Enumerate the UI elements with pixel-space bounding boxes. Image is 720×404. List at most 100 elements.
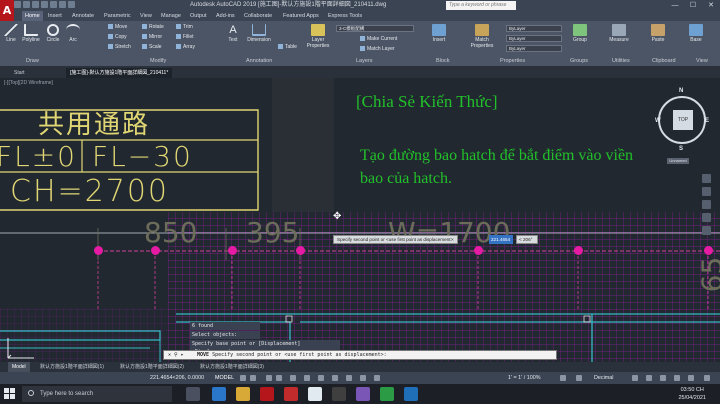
maximize-button[interactable]: ☐ bbox=[684, 0, 702, 11]
dimension-w1700[interactable]: W=1700 bbox=[388, 216, 510, 249]
dimension-65[interactable]: 65 bbox=[695, 257, 720, 293]
app-icon[interactable] bbox=[356, 387, 370, 401]
tab-annotate[interactable]: Annotate bbox=[72, 11, 94, 21]
paste-tool[interactable]: Paste bbox=[648, 24, 668, 43]
open-icon[interactable] bbox=[23, 1, 30, 8]
panel-label-utilities[interactable]: Utilities bbox=[612, 58, 630, 64]
close-button[interactable]: ✕ bbox=[702, 0, 720, 11]
panel-label-annotation[interactable]: Annotation bbox=[246, 58, 272, 64]
layer-dropdown[interactable]: 3-C模板配構 bbox=[336, 25, 414, 32]
snap-icon[interactable] bbox=[250, 375, 256, 381]
new-icon[interactable] bbox=[14, 1, 21, 8]
stretch-tool[interactable]: Stretch bbox=[108, 43, 131, 51]
selection-cycling-icon[interactable] bbox=[346, 375, 352, 381]
pan-icon[interactable] bbox=[701, 187, 711, 196]
steering-wheel-icon[interactable] bbox=[701, 174, 711, 183]
mirror-tool[interactable]: Mirror bbox=[142, 33, 162, 41]
app-icon[interactable] bbox=[380, 387, 394, 401]
tab-home[interactable]: Home bbox=[22, 11, 43, 21]
panel-label-properties[interactable]: Properties bbox=[500, 58, 525, 64]
viewcube-south[interactable]: S bbox=[679, 146, 683, 152]
line-tool[interactable]: Line bbox=[2, 24, 20, 43]
panel-label-block[interactable]: Block bbox=[436, 58, 449, 64]
linetype-dropdown[interactable]: ByLayer bbox=[506, 35, 562, 42]
units-setting[interactable]: Decimal bbox=[594, 372, 613, 384]
showmotion-icon[interactable] bbox=[701, 226, 711, 235]
grip-point[interactable] bbox=[228, 246, 237, 255]
undo-icon[interactable] bbox=[59, 1, 66, 8]
color-dropdown[interactable]: ByLayer bbox=[506, 25, 562, 32]
coordinates-readout[interactable]: 221.4654<206, 0.0000 bbox=[150, 372, 204, 384]
tab-view[interactable]: View bbox=[140, 11, 152, 21]
help-search-input[interactable]: Type a keyword or phrase bbox=[446, 1, 516, 10]
annotation-scale[interactable]: 1' = 1' / 100% bbox=[508, 372, 541, 384]
osnap-icon[interactable] bbox=[290, 375, 296, 381]
lineweight-icon[interactable] bbox=[318, 375, 324, 381]
dynamic-angle-input[interactable]: < 206° bbox=[516, 235, 538, 244]
minimize-button[interactable]: — bbox=[666, 0, 684, 11]
viewcube-east[interactable]: E bbox=[705, 118, 709, 124]
grid-icon[interactable] bbox=[240, 375, 246, 381]
panel-label-draw[interactable]: Draw bbox=[26, 58, 39, 64]
print-icon[interactable] bbox=[50, 1, 57, 8]
arc-tool[interactable]: Arc bbox=[64, 24, 82, 43]
app-menu-button[interactable]: A bbox=[0, 0, 14, 21]
file-explorer-icon[interactable] bbox=[236, 387, 250, 401]
customization-icon[interactable] bbox=[704, 375, 710, 381]
rotate-tool[interactable]: Rotate bbox=[142, 23, 164, 31]
dynamic-ucs-icon[interactable] bbox=[360, 375, 366, 381]
dimension-tool[interactable]: Dimension bbox=[244, 24, 274, 43]
dimension-850[interactable]: 850 bbox=[144, 216, 197, 249]
panel-label-clipboard[interactable]: Clipboard bbox=[652, 58, 676, 64]
measure-tool[interactable]: Measure bbox=[606, 24, 632, 43]
file-tab-drawing[interactable]: [施工图]-默认方施設1階平面詳細図_210411* bbox=[66, 68, 173, 78]
group-tool[interactable]: Group bbox=[570, 24, 590, 43]
viewport-controls[interactable]: [-][Top][2D Wireframe] bbox=[4, 80, 53, 86]
layout-tab-model[interactable]: Model bbox=[8, 362, 30, 372]
base-tool[interactable]: Base bbox=[686, 24, 706, 43]
panel-label-layers[interactable]: Layers bbox=[356, 58, 373, 64]
task-view-icon[interactable] bbox=[186, 387, 200, 401]
edge-browser-icon[interactable] bbox=[212, 387, 226, 401]
otrack-icon[interactable] bbox=[304, 375, 310, 381]
lock-ui-icon[interactable] bbox=[646, 375, 652, 381]
cad-text-fl30[interactable]: FL−30 bbox=[92, 140, 193, 173]
ortho-icon[interactable] bbox=[266, 375, 272, 381]
zoom-icon[interactable] bbox=[701, 200, 711, 209]
hardware-acceleration-icon[interactable] bbox=[674, 375, 680, 381]
autocad-taskbar-icon[interactable] bbox=[260, 387, 274, 401]
move-tool[interactable]: Move bbox=[108, 23, 127, 31]
text-tool[interactable]: A Text bbox=[224, 24, 242, 43]
layer-properties-tool[interactable]: Layer Properties bbox=[304, 24, 332, 49]
system-clock[interactable]: 03:50 CH 25/04/2021 bbox=[678, 386, 706, 402]
acrobat-icon[interactable] bbox=[284, 387, 298, 401]
match-properties-tool[interactable]: Match Properties bbox=[468, 24, 496, 49]
viewcube[interactable]: TOP bbox=[658, 96, 706, 144]
cad-text-ch[interactable]: CH=2700 bbox=[10, 174, 169, 209]
copy-tool[interactable]: Copy bbox=[108, 33, 127, 41]
redo-icon[interactable] bbox=[68, 1, 75, 8]
insert-tool[interactable]: Insert bbox=[430, 24, 448, 43]
cad-text-fl0[interactable]: FL±0 bbox=[0, 140, 77, 173]
tab-insert[interactable]: Insert bbox=[48, 11, 62, 21]
tab-express-tools[interactable]: Express Tools bbox=[328, 11, 362, 21]
panel-label-modify[interactable]: Modify bbox=[150, 58, 166, 64]
orbit-icon[interactable] bbox=[701, 213, 711, 222]
grip-point[interactable] bbox=[94, 246, 103, 255]
scale-tool[interactable]: Scale bbox=[142, 43, 162, 51]
app-icon[interactable] bbox=[332, 387, 346, 401]
viewcube-west[interactable]: W bbox=[655, 118, 661, 124]
transparency-icon[interactable] bbox=[332, 375, 338, 381]
grip-point[interactable] bbox=[574, 246, 583, 255]
taskbar-search-input[interactable]: Type here to search bbox=[22, 386, 172, 402]
polar-icon[interactable] bbox=[276, 375, 282, 381]
tab-collaborate[interactable]: Collaborate bbox=[244, 11, 272, 21]
layout-tab[interactable]: 默认方施設1階平面詳細図(1) bbox=[36, 362, 108, 372]
trim-tool[interactable]: Trim bbox=[176, 23, 193, 31]
tab-parametric[interactable]: Parametric bbox=[104, 11, 131, 21]
tab-output[interactable]: Output bbox=[190, 11, 207, 21]
make-current-tool[interactable]: Make Current bbox=[360, 35, 397, 43]
drawing-canvas[interactable]: [-][Top][2D Wireframe] 共用通路 FL±0 FL−30 C… bbox=[0, 78, 720, 362]
app-icon[interactable] bbox=[404, 387, 418, 401]
command-line-controls[interactable]: ✕ ⚲ ▸ bbox=[168, 351, 194, 360]
